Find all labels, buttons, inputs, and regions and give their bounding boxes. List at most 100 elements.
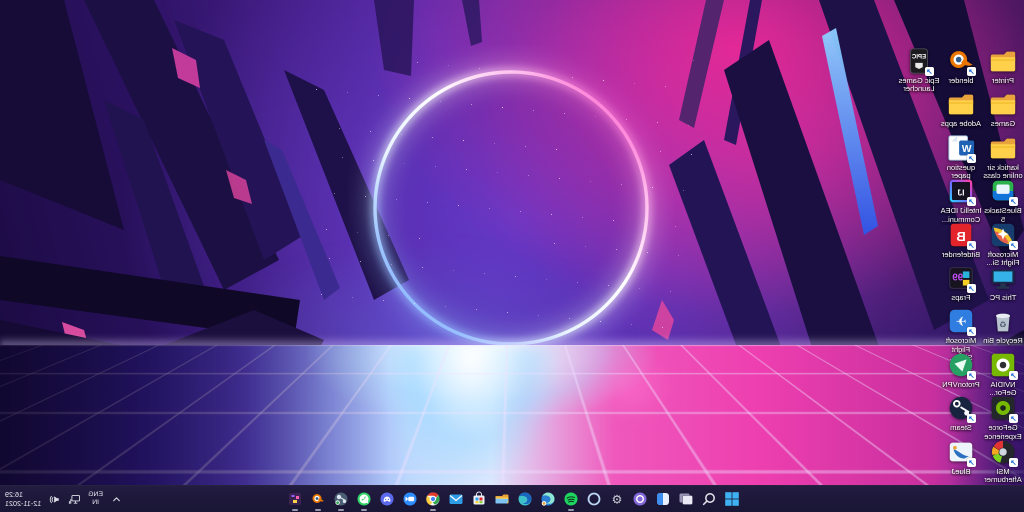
fraps-icon: 99↗ <box>946 263 976 293</box>
star <box>453 270 454 271</box>
desktop-icon-kartick-sir-online-class[interactable]: kartick sir online class <box>982 133 1024 181</box>
taskbar-edge-beta-icon[interactable] <box>537 487 560 512</box>
star <box>675 226 676 227</box>
star <box>657 122 658 123</box>
taskbar-file-explorer-icon[interactable] <box>491 487 514 512</box>
star <box>435 166 436 167</box>
star <box>608 285 609 286</box>
running-indicator <box>431 509 437 511</box>
desktop-icon-protonvpn[interactable]: ↗ProtonVPN <box>940 350 982 389</box>
desktop-icon-label: Epic Games Launcher <box>898 77 940 94</box>
taskbar-widgets-icon[interactable] <box>652 487 675 512</box>
taskbar-clock[interactable]: 16:29 12-11-2021 <box>5 490 41 508</box>
shortcut-arrow-icon: ↗ <box>925 67 934 76</box>
star <box>502 107 503 108</box>
shortcut-arrow-icon: ↗ <box>967 67 976 76</box>
star <box>564 113 565 114</box>
star <box>414 303 415 304</box>
taskbar-start-button[interactable] <box>721 487 744 512</box>
star <box>432 137 433 138</box>
taskbar-zoom-icon[interactable] <box>399 487 422 512</box>
desktop-icon-printer[interactable]: Printer <box>982 46 1024 85</box>
star <box>378 95 379 96</box>
star <box>422 267 423 268</box>
system-tray: ENG IN 16:29 12-11-2021 <box>5 486 123 512</box>
desktop-icon-bluej[interactable]: ↗BlueJ <box>940 437 982 476</box>
desktop-icon-intellij-idea-communi[interactable]: IJ↗IntelliJ IDEA Communi... <box>940 176 982 224</box>
taskbar-settings-icon[interactable]: ⚙ <box>606 487 629 512</box>
desktop-icon-label: Bitdefender <box>942 251 980 259</box>
taskbar-steam-icon[interactable] <box>330 487 353 512</box>
desktop-icon-nvidia-gefor[interactable]: ↗NVIDIA GeFor... <box>982 350 1024 398</box>
clock-time: 16:29 <box>5 490 41 499</box>
star <box>647 252 648 253</box>
star <box>427 202 428 203</box>
shortcut-arrow-icon: ↗ <box>967 414 976 423</box>
desktop-icon-geforce-experience[interactable]: ↗GeForce Experience <box>982 393 1024 441</box>
shortcut-arrow-icon: ↗ <box>967 284 976 293</box>
desktop-wallpaper[interactable] <box>0 0 1024 486</box>
desktop-icon-this-pc[interactable]: This PC <box>982 263 1024 302</box>
taskbar-edge-icon[interactable] <box>514 487 537 512</box>
taskbar-game-icon[interactable] <box>284 487 307 512</box>
desktop-icon-microsoft-flight-si[interactable]: ↗Microsoft Flight Si... <box>982 220 1024 268</box>
desktop-icon-epic-games-launcher[interactable]: EPIC ↗Epic Games Launcher <box>898 46 940 94</box>
star <box>448 65 449 66</box>
desktop-icon-fraps[interactable]: 99↗Fraps <box>940 263 982 302</box>
desktop-icon-games[interactable]: Games <box>982 89 1024 128</box>
shortcut-arrow-icon: ↗ <box>967 458 976 467</box>
desktop-icon-msi-afterburner[interactable]: ↗MSI Afterburner <box>982 437 1024 485</box>
taskbar-ring-app-icon[interactable] <box>583 487 606 512</box>
star <box>603 80 604 81</box>
star <box>342 157 343 158</box>
star <box>572 77 573 78</box>
shortcut-arrow-icon: ↗ <box>1009 241 1018 250</box>
taskbar-search-icon[interactable] <box>698 487 721 512</box>
mirrored-desktop-screen: PrinterGameskartick sir online class↗Blu… <box>0 0 1024 512</box>
desktop-icon-blender[interactable]: ↗blender <box>940 46 982 85</box>
desktop-icon-adobe-apps[interactable]: Adobe apps <box>940 89 982 128</box>
desktop-icon-label: BlueJ <box>952 468 971 476</box>
star <box>409 98 410 99</box>
blender-icon: ↗ <box>946 46 976 76</box>
volume-icon[interactable] <box>48 493 61 506</box>
star <box>613 220 614 221</box>
svg-text:♻: ♻ <box>999 320 1007 330</box>
bluestacks-icon: ↗ <box>988 176 1018 206</box>
taskbar-discord-icon[interactable] <box>376 487 399 512</box>
epic-icon: EPIC ↗ <box>904 46 934 76</box>
star <box>644 223 645 224</box>
msi-icon: ↗ <box>988 437 1018 467</box>
taskbar-taskview-icon[interactable] <box>675 487 698 512</box>
star <box>520 211 521 212</box>
taskbar-store-icon[interactable] <box>468 487 491 512</box>
star <box>440 101 441 102</box>
language-indicator[interactable]: ENG IN <box>88 491 103 507</box>
svg-text:EPIC: EPIC <box>911 54 926 61</box>
taskbar-whatsapp-icon[interactable] <box>353 487 376 512</box>
star <box>329 258 330 259</box>
taskbar-blender-icon[interactable] <box>307 487 330 512</box>
taskbar-mail-icon[interactable] <box>445 487 468 512</box>
star <box>489 208 490 209</box>
bitdefender-icon: B↗ <box>946 220 976 250</box>
star <box>556 149 557 150</box>
taskbar-cortana-icon[interactable] <box>629 487 652 512</box>
star <box>373 160 374 161</box>
taskbar-chrome-icon[interactable] <box>422 487 445 512</box>
tray-chevron-icon[interactable] <box>110 493 123 506</box>
desktop-icon-steam[interactable]: ↗Steam <box>940 393 982 432</box>
desktop-icon-label: MSI Afterburner <box>982 468 1024 485</box>
taskbar-spotify-icon[interactable] <box>560 487 583 512</box>
svg-text:IJ: IJ <box>957 188 964 198</box>
star <box>334 193 335 194</box>
desktop-icon-bitdefender[interactable]: B↗Bitdefender <box>940 220 982 259</box>
desktop-icon-bluestacks-5[interactable]: ↗BlueStacks 5 <box>982 176 1024 224</box>
star <box>388 235 389 236</box>
shortcut-arrow-icon: ↗ <box>967 241 976 250</box>
desktop-icon-recycle-bin[interactable]: ♻Recycle Bin <box>982 306 1024 345</box>
network-icon[interactable] <box>68 493 81 506</box>
bluej-icon: ↗ <box>946 437 976 467</box>
star <box>652 187 653 188</box>
clock-date: 12-11-2021 <box>5 499 41 508</box>
